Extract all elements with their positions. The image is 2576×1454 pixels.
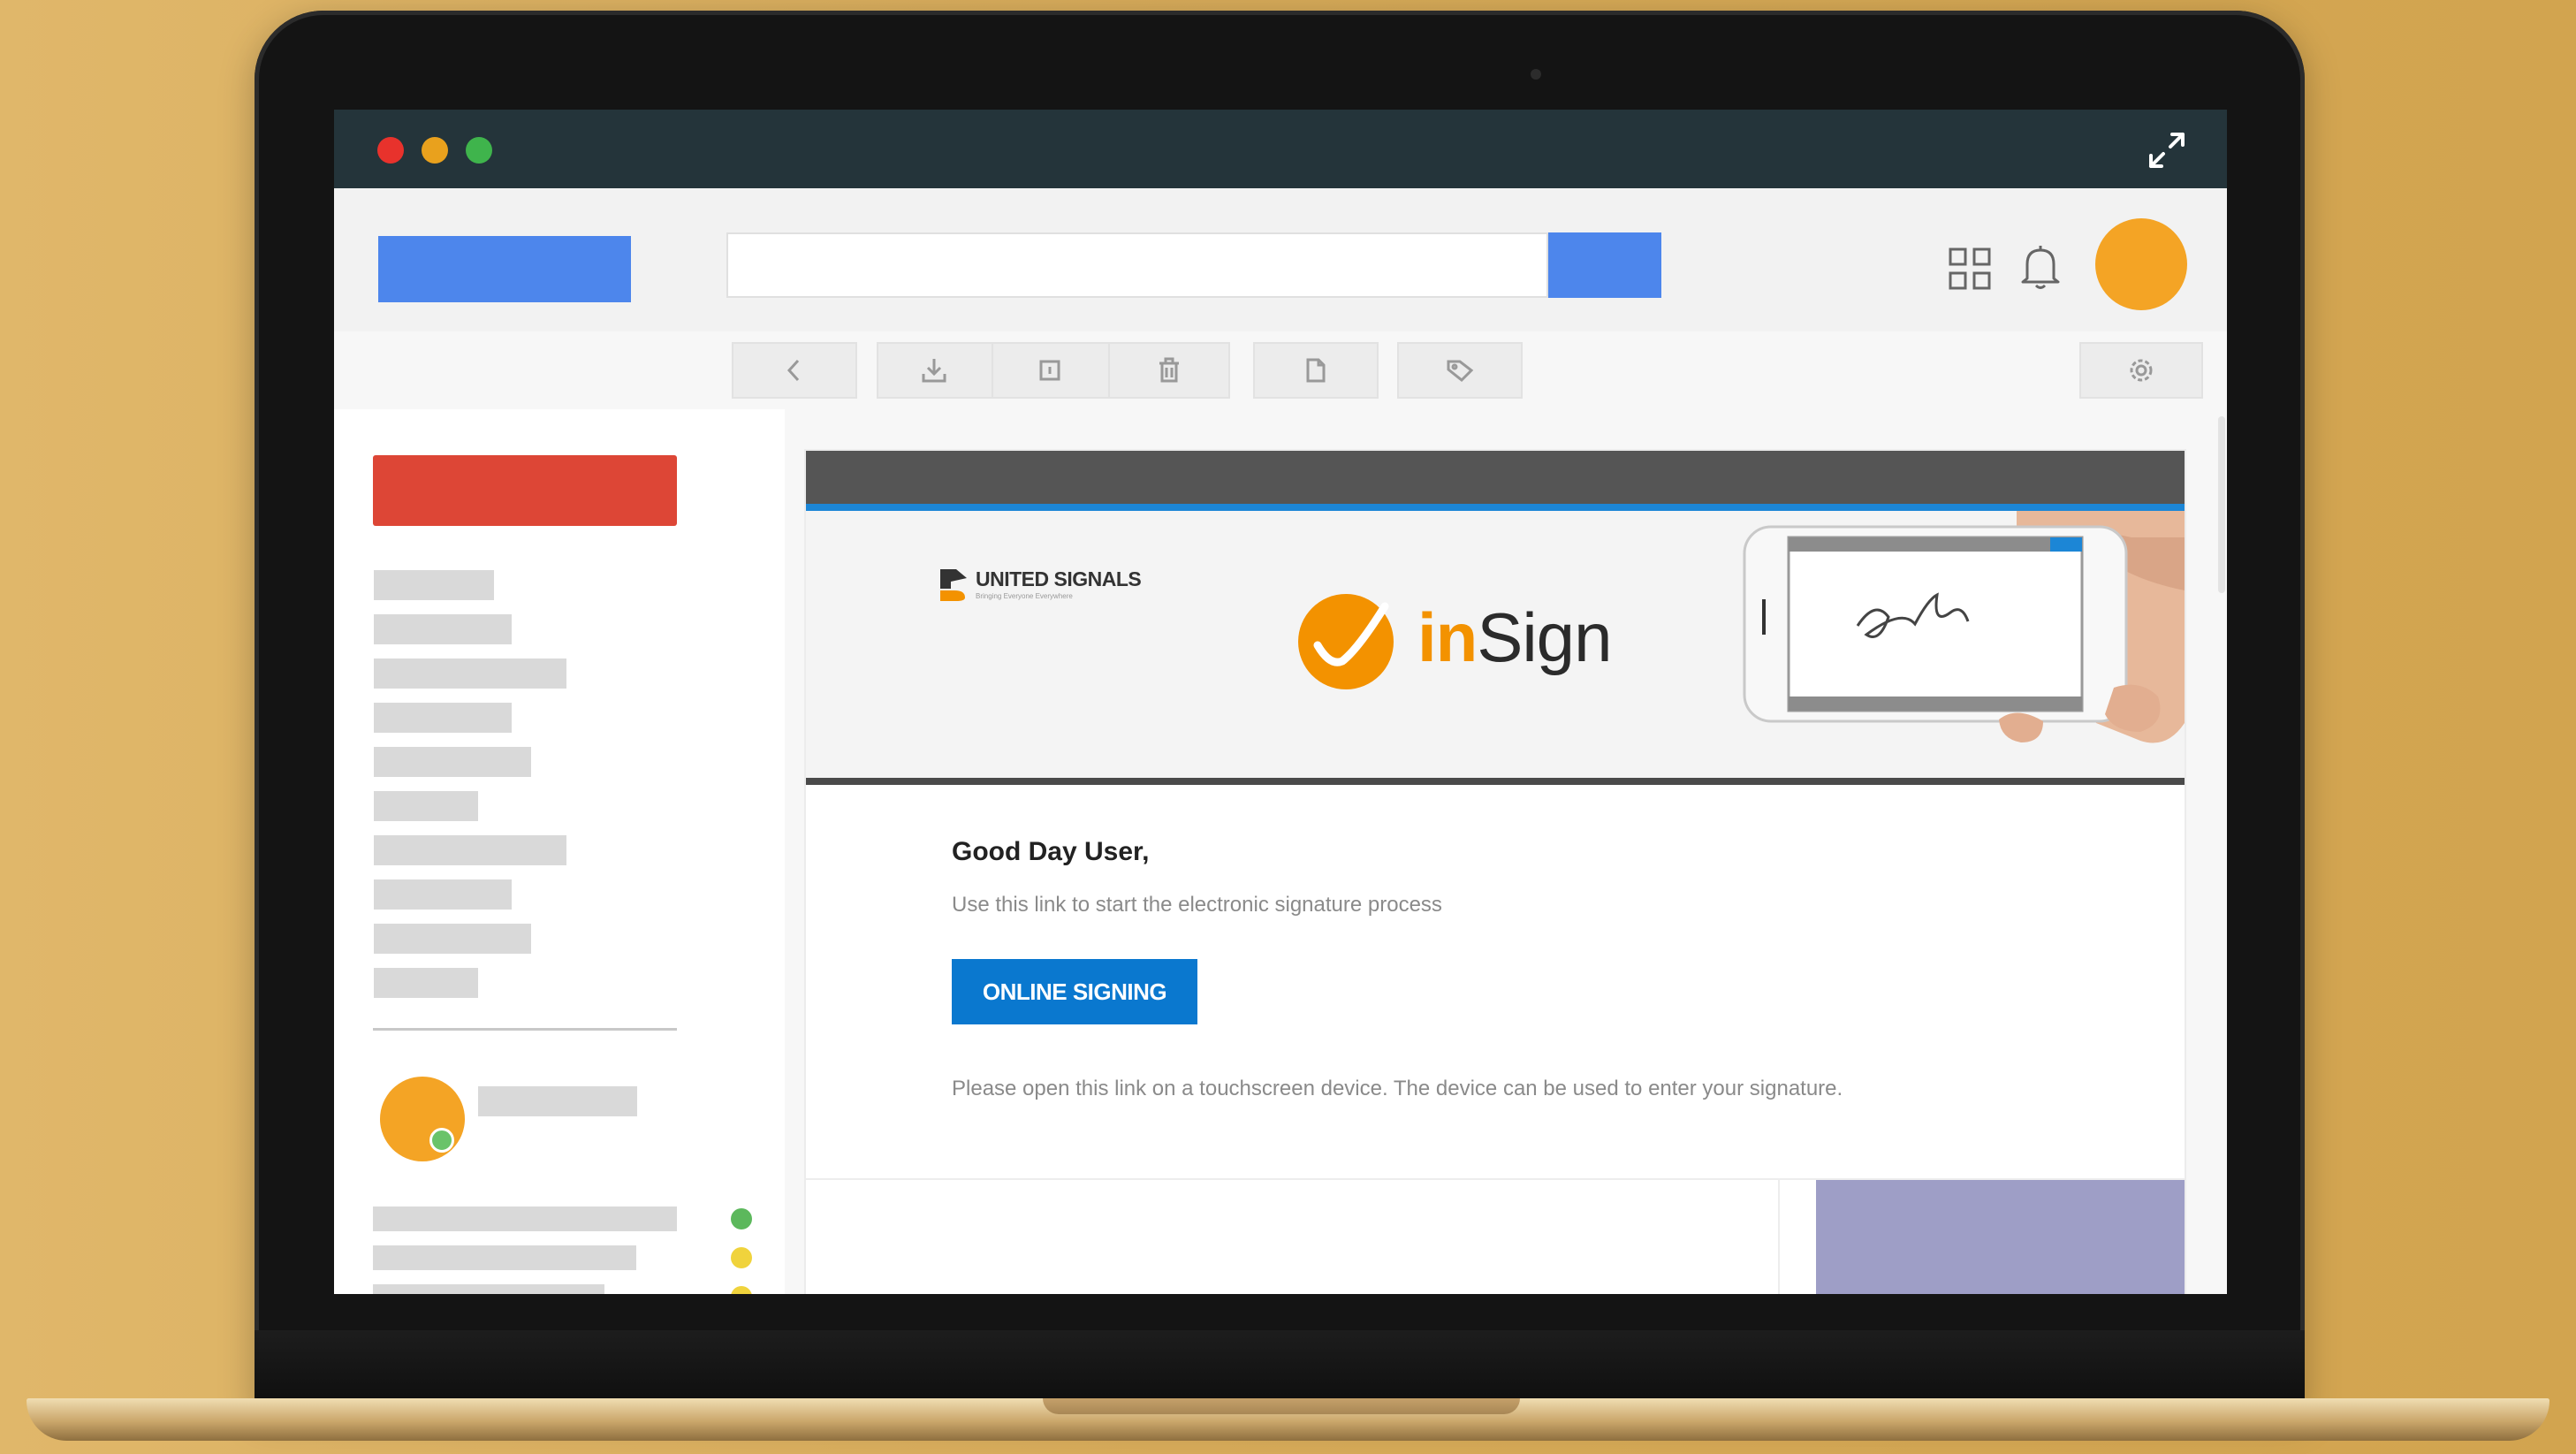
insign-logo-icon [1298, 594, 1394, 689]
united-signals-logo-icon [940, 569, 967, 601]
sidebar-item[interactable] [374, 791, 478, 821]
chat-status-dot [731, 1247, 752, 1268]
label-button[interactable] [1397, 342, 1523, 399]
app-header [334, 188, 2227, 331]
window-close-button[interactable] [377, 137, 404, 164]
product-name-suffix: Sign [1477, 598, 1612, 676]
document-icon [1306, 358, 1326, 383]
grid-icon[interactable] [1948, 247, 1992, 291]
window-maximize-button[interactable] [466, 137, 492, 164]
chevron-left-icon [786, 359, 800, 382]
sidebar-divider [373, 1028, 677, 1031]
gear-icon [2130, 359, 2153, 382]
expand-arrows-icon[interactable] [2146, 129, 2188, 171]
product-name: inSign [1417, 598, 1612, 678]
product-name-prefix: in [1417, 598, 1478, 676]
window-titlebar [334, 110, 2227, 188]
file-button[interactable] [1253, 342, 1379, 399]
sidebar-item[interactable] [374, 924, 531, 954]
back-button[interactable] [732, 342, 857, 399]
settings-button[interactable] [2079, 342, 2203, 399]
email-note-text: Please open this link on a touchscreen d… [952, 1077, 1843, 1100]
chat-status-dot [731, 1208, 752, 1229]
app-logo[interactable] [378, 236, 631, 302]
sidebar-item[interactable] [374, 747, 531, 777]
compose-button[interactable] [373, 455, 677, 526]
toolbar [334, 331, 2227, 409]
chat-list-item[interactable] [373, 1207, 677, 1231]
email-greeting: Good Day User, [952, 837, 1150, 866]
banner-header-bar [806, 451, 2185, 504]
chat-list-item[interactable] [373, 1284, 604, 1294]
sidebar [334, 409, 785, 1294]
sidebar-item[interactable] [374, 703, 512, 733]
email-message: UNITED SIGNALS Bringing Everyone Everywh… [806, 451, 2185, 1294]
search-button[interactable] [1548, 232, 1661, 298]
sender-brand-tagline: Bringing Everyone Everywhere [976, 592, 1073, 600]
camera [1531, 69, 1541, 80]
contact-name[interactable] [478, 1086, 637, 1116]
sidebar-item[interactable] [374, 968, 478, 998]
bell-icon[interactable] [2018, 243, 2063, 291]
footer-column-divider [1778, 1180, 1780, 1294]
laptop-base-notch [1043, 1398, 1520, 1414]
chat-status-dot [731, 1286, 752, 1294]
square-icon [1039, 360, 1060, 381]
archive-button[interactable] [992, 342, 1108, 399]
trash-icon [1159, 357, 1179, 383]
window-minimize-button[interactable] [422, 137, 448, 164]
sender-brand-name: UNITED SIGNALS [976, 567, 1142, 590]
banner-accent-line [806, 504, 2185, 511]
sidebar-item[interactable] [374, 614, 512, 644]
email-intro-text: Use this link to start the electronic si… [952, 893, 1442, 917]
footer-image-block [1816, 1180, 2185, 1294]
search-input[interactable] [726, 232, 1548, 298]
banner-divider [806, 778, 2185, 785]
contact-avatar[interactable] [380, 1077, 465, 1161]
sidebar-item[interactable] [374, 879, 512, 910]
chat-list-item[interactable] [373, 1245, 636, 1270]
screen: UNITED SIGNALS Bringing Everyone Everywh… [334, 110, 2227, 1294]
tag-icon [1447, 360, 1474, 383]
user-avatar[interactable] [2095, 218, 2187, 310]
download-icon [922, 359, 946, 383]
sidebar-item[interactable] [374, 570, 494, 600]
online-status-dot [429, 1128, 454, 1153]
scrollbar[interactable] [2218, 416, 2225, 593]
online-signing-button[interactable]: ONLINE SIGNING [952, 959, 1197, 1024]
delete-button[interactable] [1108, 342, 1230, 399]
sidebar-item[interactable] [374, 835, 566, 865]
sidebar-item[interactable] [374, 658, 566, 689]
phone-signature-image [1743, 511, 2185, 743]
download-button[interactable] [877, 342, 992, 399]
